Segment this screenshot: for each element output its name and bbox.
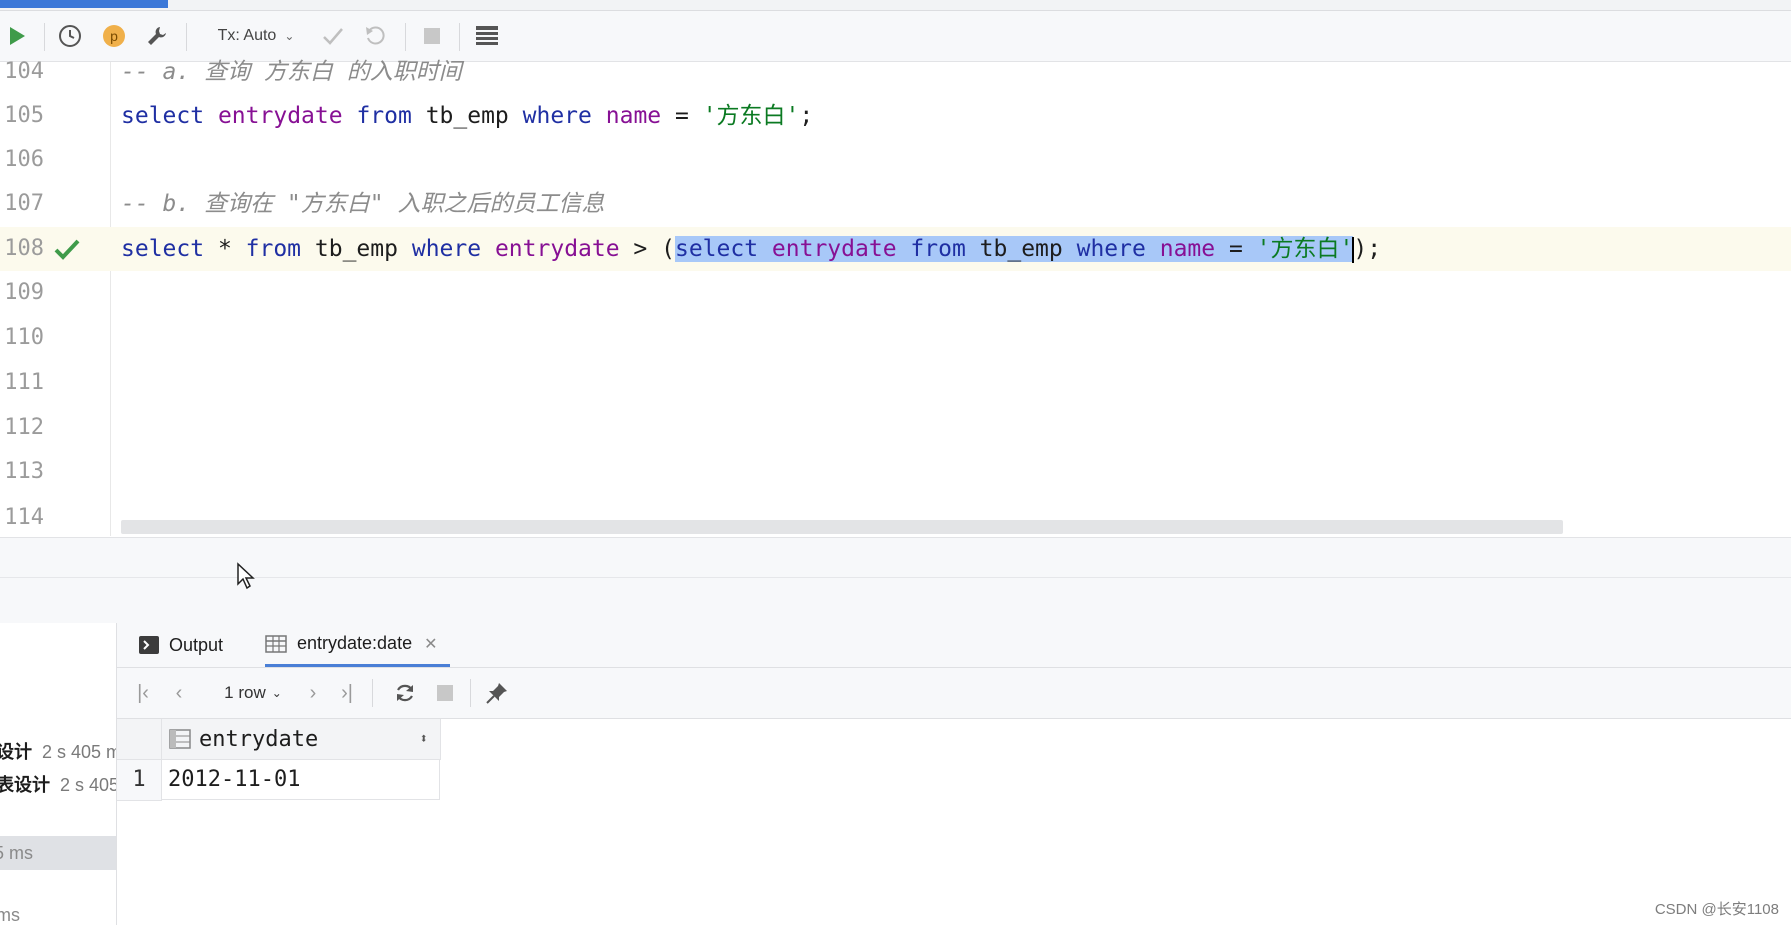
- refresh-icon[interactable]: [391, 668, 419, 718]
- editor-tab-strip: [0, 0, 1791, 11]
- results-toolbar: |‹ ‹ 1 row ⌄ › ›|: [117, 668, 1791, 719]
- tab-label: entrydate:date: [297, 633, 413, 653]
- line-number: 113: [4, 459, 44, 484]
- line-number: 112: [4, 415, 44, 440]
- sql-statement: select * from tb_emp where entrydate > (…: [121, 236, 1382, 263]
- checkmark-icon: [54, 239, 80, 260]
- code-line[interactable]: 112: [0, 406, 1791, 450]
- column-header[interactable]: entrydate ⬍: [162, 719, 441, 760]
- sql-editor[interactable]: 104 -- a. 查询 方东白 的入职时间 105 select entryd…: [0, 59, 1791, 536]
- horizontal-scrollbar[interactable]: [121, 520, 1563, 534]
- results-panel: Output entrydate:date ✕ |‹ ‹ 1 row ⌄ › ›|: [117, 623, 1791, 925]
- line-number: 106: [4, 147, 44, 172]
- code-line[interactable]: 105 select entrydate from tb_emp where n…: [0, 94, 1791, 138]
- code-line[interactable]: 104 -- a. 查询 方东白 的入职时间: [0, 50, 1791, 94]
- row-number: 1: [117, 760, 162, 801]
- services-panel: 设计2 s 405 ms 表设计2 s 405 ms 5 ms ms: [0, 623, 117, 925]
- service-item[interactable]: 设计2 s 405 ms: [0, 736, 116, 768]
- code-line[interactable]: 113: [0, 450, 1791, 494]
- code-line[interactable]: 106: [0, 138, 1791, 182]
- selected-subquery[interactable]: select entrydate from tb_emp where name …: [674, 236, 1354, 262]
- code-line-current[interactable]: 108 select * from tb_emp where entrydate…: [0, 227, 1791, 271]
- line-number: 114: [4, 505, 44, 530]
- line-number: 108: [4, 236, 44, 261]
- line-number: 109: [4, 280, 44, 305]
- sql-comment: -- a. 查询 方东白 的入职时间: [121, 59, 462, 85]
- stop-icon[interactable]: [431, 668, 459, 718]
- table-cell[interactable]: 2012-11-01: [162, 760, 440, 800]
- column-icon: [169, 729, 191, 749]
- close-icon[interactable]: ✕: [424, 634, 437, 654]
- line-number: 104: [4, 59, 44, 84]
- tab-output[interactable]: Output: [139, 623, 223, 667]
- mouse-pointer-icon: [237, 562, 255, 590]
- service-item[interactable]: 表设计2 s 405 ms: [0, 769, 116, 801]
- column-header-label: entrydate: [199, 726, 319, 752]
- line-number: 107: [4, 191, 44, 216]
- pin-icon[interactable]: [483, 668, 511, 718]
- code-line[interactable]: 109: [0, 271, 1791, 315]
- sql-comment: -- b. 查询在 "方东白" 入职之后的员工信息: [121, 191, 605, 217]
- tab-entrydate-date[interactable]: entrydate:date ✕: [265, 623, 450, 667]
- next-page-icon[interactable]: ›: [301, 668, 325, 718]
- row-count-dropdown[interactable]: 1 row ⌄: [213, 668, 293, 718]
- sql-statement: select entrydate from tb_emp where name …: [121, 103, 814, 129]
- svg-text:p: p: [110, 28, 118, 44]
- tab-label: Output: [169, 634, 224, 655]
- editor-status-bar: [0, 537, 1791, 578]
- panel-header: [0, 577, 1791, 624]
- line-number: 110: [4, 325, 44, 350]
- last-page-icon[interactable]: ›|: [335, 668, 359, 718]
- grid-corner: [117, 719, 162, 760]
- watermark: CSDN @长安1108: [1654, 901, 1779, 918]
- sort-icon[interactable]: ⬍: [420, 731, 428, 747]
- console-icon: [139, 636, 159, 654]
- active-tab-indicator: [0, 0, 168, 8]
- tx-mode-label: Tx: Auto: [217, 27, 277, 44]
- service-item-selected[interactable]: 5 ms: [0, 836, 116, 870]
- chevron-down-icon: ⌄: [284, 29, 295, 43]
- results-tabs: Output entrydate:date ✕: [117, 623, 1791, 668]
- line-number: 111: [4, 370, 44, 395]
- table-icon: [265, 634, 287, 653]
- code-line[interactable]: 110: [0, 316, 1791, 360]
- line-number: 105: [4, 103, 44, 128]
- chevron-down-icon: ⌄: [271, 686, 282, 700]
- code-line[interactable]: 107 -- b. 查询在 "方东白" 入职之后的员工信息: [0, 182, 1791, 226]
- code-line[interactable]: 111: [0, 361, 1791, 405]
- first-page-icon[interactable]: |‹: [131, 668, 155, 718]
- prev-page-icon[interactable]: ‹: [167, 668, 191, 718]
- service-time: ms: [0, 905, 20, 925]
